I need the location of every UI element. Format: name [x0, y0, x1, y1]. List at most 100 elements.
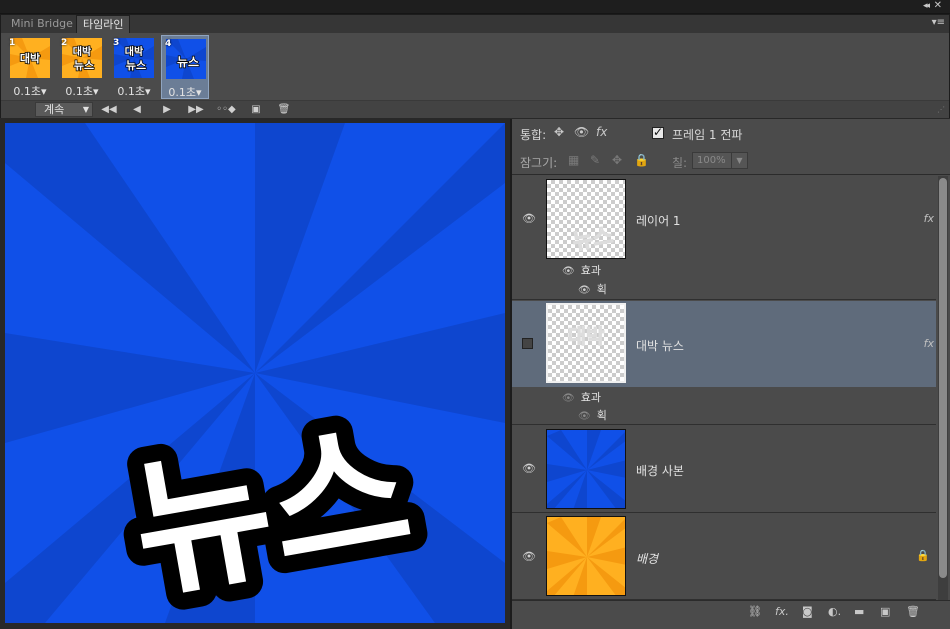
chevron-down-icon[interactable]: ▼ — [731, 153, 747, 168]
frame-number: 4 — [165, 39, 172, 49]
lock-transparent-icon[interactable]: ▦ — [568, 153, 579, 167]
trash-icon[interactable]: 🗑 — [906, 605, 920, 618]
panel-menu-icon[interactable]: ▾≡ — [932, 17, 945, 28]
unify-visibility-icon[interactable]: 👁 — [574, 125, 589, 139]
frame-number: 3 — [113, 38, 120, 48]
frame-delay[interactable]: 0.1초▾ — [6, 83, 54, 99]
unify-position-icon[interactable]: ✥ — [554, 125, 564, 139]
lock-pixels-icon[interactable]: ✎ — [590, 153, 600, 167]
layer-name: 레이어 1 — [636, 214, 681, 228]
double-chevron-left-icon[interactable]: ◂◂ — [923, 1, 930, 11]
unify-row: 통합: ✥ 👁 fx ✓ 프레임 1 전파 — [512, 119, 950, 147]
propagate-frame-checkbox[interactable]: ✓ — [652, 125, 664, 139]
prev-frame-icon[interactable]: ◀ — [125, 102, 149, 117]
mask-icon[interactable]: ◙ — [802, 605, 813, 618]
close-icon[interactable]: ✕ — [934, 0, 942, 11]
tab-mini-bridge[interactable]: Mini Bridge — [5, 15, 79, 33]
frame-2[interactable]: 2 대박 뉴스 0.1초▾ — [58, 35, 106, 99]
duplicate-frame-icon[interactable]: ▣ — [244, 102, 268, 117]
svg-text:뉴스: 뉴스 — [74, 59, 94, 72]
frame-number: 2 — [61, 38, 68, 48]
frame-thumbnail: 대박 — [10, 38, 50, 78]
svg-text:대박: 대박 — [125, 45, 144, 58]
layer-thumbnail: 뉴스 — [546, 179, 626, 259]
layers-bottom-toolbar: ⛓ fx. ◙ ◐. ▬ ▣ 🗑 — [512, 600, 950, 622]
resize-grip-icon[interactable]: ⋰ — [937, 105, 945, 114]
fx-icon[interactable]: fx — [924, 337, 934, 350]
new-layer-icon[interactable]: ▣ — [880, 605, 890, 618]
svg-text:대박: 대박 — [73, 45, 92, 58]
trash-icon[interactable]: 🗑 — [272, 102, 296, 117]
adjustment-icon[interactable]: ◐. — [828, 605, 841, 618]
fx-icon[interactable]: fx. — [775, 605, 789, 618]
frame-delay[interactable]: 0.1초▾ — [162, 84, 208, 100]
svg-text:뉴스: 뉴스 — [126, 59, 146, 72]
layer-list: 👁 뉴스 레이어 1 fx 👁 효과 👁 획 대박 대박 뉴스 fx 👁 효과 … — [512, 176, 936, 600]
layer-row-background[interactable]: 👁 배경 🔒 — [512, 514, 936, 600]
frame-delay[interactable]: 0.1초▾ — [110, 83, 158, 99]
effects-item: 👁 효과 — [562, 391, 601, 404]
layers-panel: 통합: ✥ 👁 fx ✓ 프레임 1 전파 잠그기: ▦ ✎ ✥ 🔒 칠: 10… — [510, 119, 950, 629]
folder-icon[interactable]: ▬ — [854, 605, 864, 618]
first-frame-icon[interactable]: ◀◀ — [97, 102, 121, 117]
link-icon[interactable]: ⛓ — [748, 605, 762, 618]
panel-topbar: ◂◂ ✕ — [0, 0, 950, 14]
document-canvas[interactable]: 뉴스 뉴스 — [5, 123, 505, 623]
eye-icon[interactable]: 👁 — [562, 393, 575, 404]
layer-row-daebak-news[interactable]: 대박 대박 뉴스 fx 👁 효과 👁 획 — [512, 301, 936, 425]
lock-all-icon[interactable]: 🔒 — [634, 153, 649, 167]
checkmark-icon: ✓ — [653, 125, 664, 139]
svg-text:뉴스: 뉴스 — [571, 224, 615, 256]
effects-item: 👁 효과 — [562, 264, 601, 277]
eye-icon[interactable]: 👁 — [522, 462, 536, 475]
fill-input[interactable]: 100% ▼ — [692, 152, 748, 169]
layer-thumbnail: 대박 — [546, 303, 626, 383]
propagate-label: 프레임 1 전파 — [672, 128, 743, 142]
layer-thumbnail — [546, 429, 626, 509]
loop-options-select[interactable]: 계속 ▼ — [35, 102, 93, 117]
frame-number: 1 — [9, 38, 16, 48]
layer-row-background-copy[interactable]: 👁 배경 사본 — [512, 426, 936, 513]
eye-icon[interactable]: 👁 — [562, 266, 575, 277]
unify-style-icon[interactable]: fx — [596, 125, 607, 139]
next-frame-icon[interactable]: ▶▶ — [184, 102, 208, 117]
frame-3[interactable]: 3 대박 뉴스 0.1초▾ — [110, 35, 158, 99]
frame-thumbnail: 뉴스 — [166, 39, 206, 79]
lock-row: 잠그기: ▦ ✎ ✥ 🔒 칠: 100% ▼ — [512, 147, 950, 175]
tween-icon[interactable]: ◦◦◆ — [214, 102, 238, 117]
timeline-controls: 계속 ▼ ◀◀ ◀ ▶ ▶▶ ◦◦◆ ▣ 🗑 ⋰ — [1, 100, 949, 118]
lock-position-icon[interactable]: ✥ — [612, 153, 622, 167]
frame-delay[interactable]: 0.1초▾ — [58, 83, 106, 99]
scrollbar-thumb[interactable] — [939, 178, 947, 578]
frame-4[interactable]: 4 뉴스 0.1초▾ — [161, 35, 209, 99]
layer-name: 대박 뉴스 — [636, 339, 684, 353]
svg-text:대박: 대박 — [20, 51, 40, 65]
layer-name: 배경 사본 — [636, 464, 684, 478]
layer-thumbnail — [546, 516, 626, 596]
eye-icon[interactable]: 👁 — [522, 212, 536, 225]
chevron-down-icon: ▼ — [82, 105, 89, 114]
frame-thumbnail: 대박 뉴스 — [62, 38, 102, 78]
photoshop-window: ◂◂ ✕ Mini Bridge 타임라인 ▾≡ 1 대박 0.1초▾ 2 대박… — [0, 0, 950, 629]
stroke-effect-item: 👁 획 — [578, 409, 607, 422]
play-icon[interactable]: ▶ — [155, 102, 179, 117]
tab-timeline[interactable]: 타임라인 — [76, 15, 131, 33]
svg-text:뉴스: 뉴스 — [177, 55, 199, 69]
frame-1[interactable]: 1 대박 0.1초▾ — [6, 35, 54, 99]
visibility-toggle[interactable] — [522, 338, 533, 349]
layers-scrollbar[interactable] — [938, 176, 948, 600]
eye-icon[interactable]: 👁 — [578, 285, 591, 296]
fx-icon[interactable]: fx — [924, 212, 934, 225]
unify-label: 통합: — [520, 128, 547, 142]
eye-icon[interactable]: 👁 — [578, 411, 591, 422]
lock-label: 잠그기: — [520, 156, 558, 170]
layer-name: 배경 — [636, 552, 659, 566]
panel-tabs: Mini Bridge 타임라인 ▾≡ — [1, 15, 949, 33]
fill-label: 칠: — [672, 156, 688, 170]
eye-icon[interactable]: 👁 — [522, 550, 536, 563]
document-canvas-area: 뉴스 뉴스 — [0, 119, 510, 629]
layer-row-layer1[interactable]: 👁 뉴스 레이어 1 fx 👁 효과 👁 획 — [512, 176, 936, 300]
lock-icon: 🔒 — [916, 549, 930, 562]
timeline-panel: Mini Bridge 타임라인 ▾≡ 1 대박 0.1초▾ 2 대박 뉴스 0… — [0, 14, 950, 118]
frame-thumbnail: 대박 뉴스 — [114, 38, 154, 78]
